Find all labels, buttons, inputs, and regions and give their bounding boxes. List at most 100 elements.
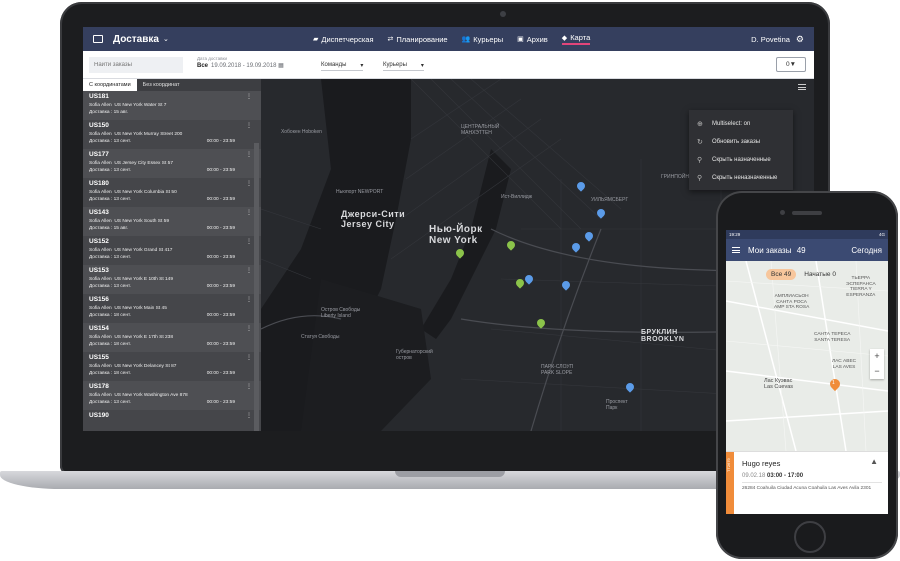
order-client: Sofia Allen — [89, 190, 112, 195]
search-input[interactable] — [89, 57, 183, 73]
kebab-menu-icon[interactable]: ⋮ — [246, 151, 252, 158]
map-menu-icon[interactable] — [798, 84, 806, 90]
tab-with-coords[interactable]: С координатами — [83, 79, 137, 91]
order-row[interactable]: US190 ⋮ — [83, 410, 261, 431]
app-logo-icon[interactable] — [93, 35, 103, 43]
map-context-menu: ⊕ Multiselect: on ↻ Обновить заказы ⚲ Скрыт… — [689, 110, 793, 190]
order-delivery: Доставка : 13 сент. — [89, 284, 131, 289]
teams-select-value: Команды — [321, 62, 347, 68]
date-all-option[interactable]: Все — [197, 63, 208, 69]
order-delivery: Доставка : 18 сент. — [89, 342, 131, 347]
couriers-select[interactable]: Курьеры ▾ — [383, 62, 424, 71]
zoom-out-button[interactable]: − — [870, 364, 884, 379]
kebab-menu-icon[interactable]: ⋮ — [246, 412, 252, 419]
order-time: 00:00 - 23:59 — [206, 371, 235, 376]
order-client: Sofia Allen — [89, 364, 112, 369]
menu-item-hide-unassigned[interactable]: ⚲ Скрыть неназначенные — [689, 169, 793, 187]
order-row[interactable]: US152 Sofia Allen US New York Grand St 41… — [83, 236, 261, 265]
menu-item-refresh[interactable]: ↻ Обновить заказы — [689, 133, 793, 151]
zoom-in-button[interactable]: + — [870, 349, 884, 364]
order-id: US177 — [89, 151, 109, 158]
phone-order-count: 49 — [796, 245, 806, 255]
date-range[interactable]: 19.09.2018 - 19.09.2018 — [211, 63, 276, 69]
order-client: Sofia Allen — [89, 335, 112, 340]
tab-without-coords[interactable]: Без координат — [137, 79, 186, 91]
menu-item-multiselect[interactable]: ⊕ Multiselect: on — [689, 115, 793, 133]
order-row[interactable]: US153 Sofia Allen US New York E 10th St 1… — [83, 265, 261, 294]
map-label-jersey-city: Джерси-Сити Jersey City — [341, 209, 406, 229]
order-time: 00:00 - 23:59 — [206, 400, 235, 405]
order-card-time: 09.02.18 03:00 - 17:00 — [742, 473, 803, 479]
app-name[interactable]: Доставка — [113, 34, 159, 45]
order-id: US153 — [89, 267, 109, 274]
order-client-line: Sofia Allen US New York South St 59 — [89, 218, 255, 225]
order-address: US New York Columbia St 50 — [114, 190, 177, 195]
order-client-line: Sofia Allen US New York E 10th St 149 — [89, 276, 255, 283]
chip-all[interactable]: Все 49 — [766, 269, 797, 280]
kebab-menu-icon[interactable]: ⋮ — [246, 354, 252, 361]
phone-frame: 19:29 4G Мои заказы 49 Сегодня Все 49 На… — [716, 191, 898, 559]
kebab-menu-icon[interactable]: ⋮ — [246, 296, 252, 303]
order-row[interactable]: US177 Sofia Allen US Jersey City Essex St… — [83, 149, 261, 178]
menu-item-hide-assigned[interactable]: ⚲ Скрыть назначенные — [689, 151, 793, 169]
order-client-line: Sofia Allen US New York Washington Ave 8… — [89, 392, 255, 399]
gear-icon[interactable]: ⚙ — [796, 34, 804, 45]
order-address: US New York Water St 7 — [114, 103, 167, 108]
order-row[interactable]: US154 Sofia Allen US New York E 17th St 2… — [83, 323, 261, 352]
order-client: Sofia Allen — [89, 306, 112, 311]
kebab-menu-icon[interactable]: ⋮ — [246, 180, 252, 187]
order-row[interactable]: US178 Sofia Allen US New York Washington … — [83, 381, 261, 410]
order-row[interactable]: US143 Sofia Allen US New York South St 59… — [83, 207, 261, 236]
order-time: 00:00 - 23:59 — [206, 139, 235, 144]
phone-title-text: Мои заказы — [748, 245, 792, 255]
today-button[interactable]: Сегодня — [851, 246, 882, 255]
order-row[interactable]: US180 Sofia Allen US New York Columbia St… — [83, 178, 261, 207]
navigate-icon[interactable]: ▲ — [870, 457, 878, 466]
calendar-icon[interactable]: ▦ — [278, 63, 284, 69]
kebab-menu-icon[interactable]: ⋮ — [246, 238, 252, 245]
kebab-menu-icon[interactable]: ⋮ — [246, 93, 252, 100]
order-card-date: 09.02.18 — [742, 473, 766, 479]
kebab-menu-icon[interactable]: ⋮ — [246, 383, 252, 390]
order-row[interactable]: US150 Sofia Allen US New York Murray Stre… — [83, 120, 261, 149]
kebab-menu-icon[interactable]: ⋮ — [246, 267, 252, 274]
map-label-statue: Статуя Свободы — [301, 334, 340, 340]
order-client-line — [89, 421, 255, 428]
date-filter[interactable]: Дата доставки Все 19.09.2018 - 19.09.2018… — [197, 56, 284, 69]
phone-map-label: ЛАС АВЕС LAS AVES — [832, 359, 857, 370]
status-network: 4G — [878, 232, 885, 237]
phone-camera — [780, 210, 785, 215]
nav-archive[interactable]: ▣ Архив — [517, 33, 548, 45]
teams-select[interactable]: Команды ▾ — [321, 62, 364, 71]
nav-map[interactable]: ◆ Карта — [561, 33, 591, 45]
status-time: 19:29 — [729, 232, 741, 237]
kebab-menu-icon[interactable]: ⋮ — [246, 325, 252, 332]
order-row[interactable]: US181 Sofia Allen US New York Water St 7Д… — [83, 91, 261, 120]
laptop-camera — [500, 11, 506, 17]
filter-button[interactable]: 0 ▼ — [776, 57, 806, 72]
phone-home-button[interactable] — [794, 521, 826, 553]
order-delivery-line: Доставка : 18 сент. 00:00 - 23:59 — [89, 341, 255, 348]
kebab-menu-icon[interactable]: ⋮ — [246, 122, 252, 129]
order-delivery-line: Доставка : 15 авг. 00:00 - 23:59 — [89, 225, 255, 232]
chevron-down-icon[interactable]: ⌄ — [163, 35, 169, 43]
order-row[interactable]: US156 Sofia Allen US New York Main St 45 Д… — [83, 294, 261, 323]
nav-dispatch[interactable]: ▰ Диспетчерская — [313, 33, 374, 45]
hamburger-icon[interactable] — [732, 247, 740, 253]
nav-couriers[interactable]: 👥 Курьеры — [462, 33, 504, 45]
order-card[interactable]: TT2679 Hugo reyes ▲ 09.02.18 03:00 - 17:… — [726, 451, 888, 514]
kebab-menu-icon[interactable]: ⋮ — [246, 209, 252, 216]
phone-map[interactable]: Все 49 Начатые 0 АМПЛИАСЬОН САНТА РОСА A… — [726, 261, 888, 451]
orders-panel: С координатами Без координат US181 Sofia … — [83, 79, 261, 431]
order-address: US New York Main St 45 — [114, 306, 167, 311]
order-address: US New York Washington Ave 878 — [114, 393, 188, 398]
order-time: 00:00 - 23:59 — [206, 313, 235, 318]
order-client-line: Sofia Allen US New York Murray Street 20… — [89, 131, 255, 138]
nav-planning[interactable]: ⇄ Планирование — [388, 33, 448, 45]
orders-scrollbar[interactable] — [254, 143, 259, 431]
chip-started[interactable]: Начатые 0 — [802, 269, 838, 280]
user-menu[interactable]: D. Povetina ⚙ — [751, 34, 804, 45]
order-row[interactable]: US155 Sofia Allen US New York Delancey St… — [83, 352, 261, 381]
road — [745, 261, 797, 451]
order-address: US New York E 10th St 149 — [114, 277, 174, 282]
